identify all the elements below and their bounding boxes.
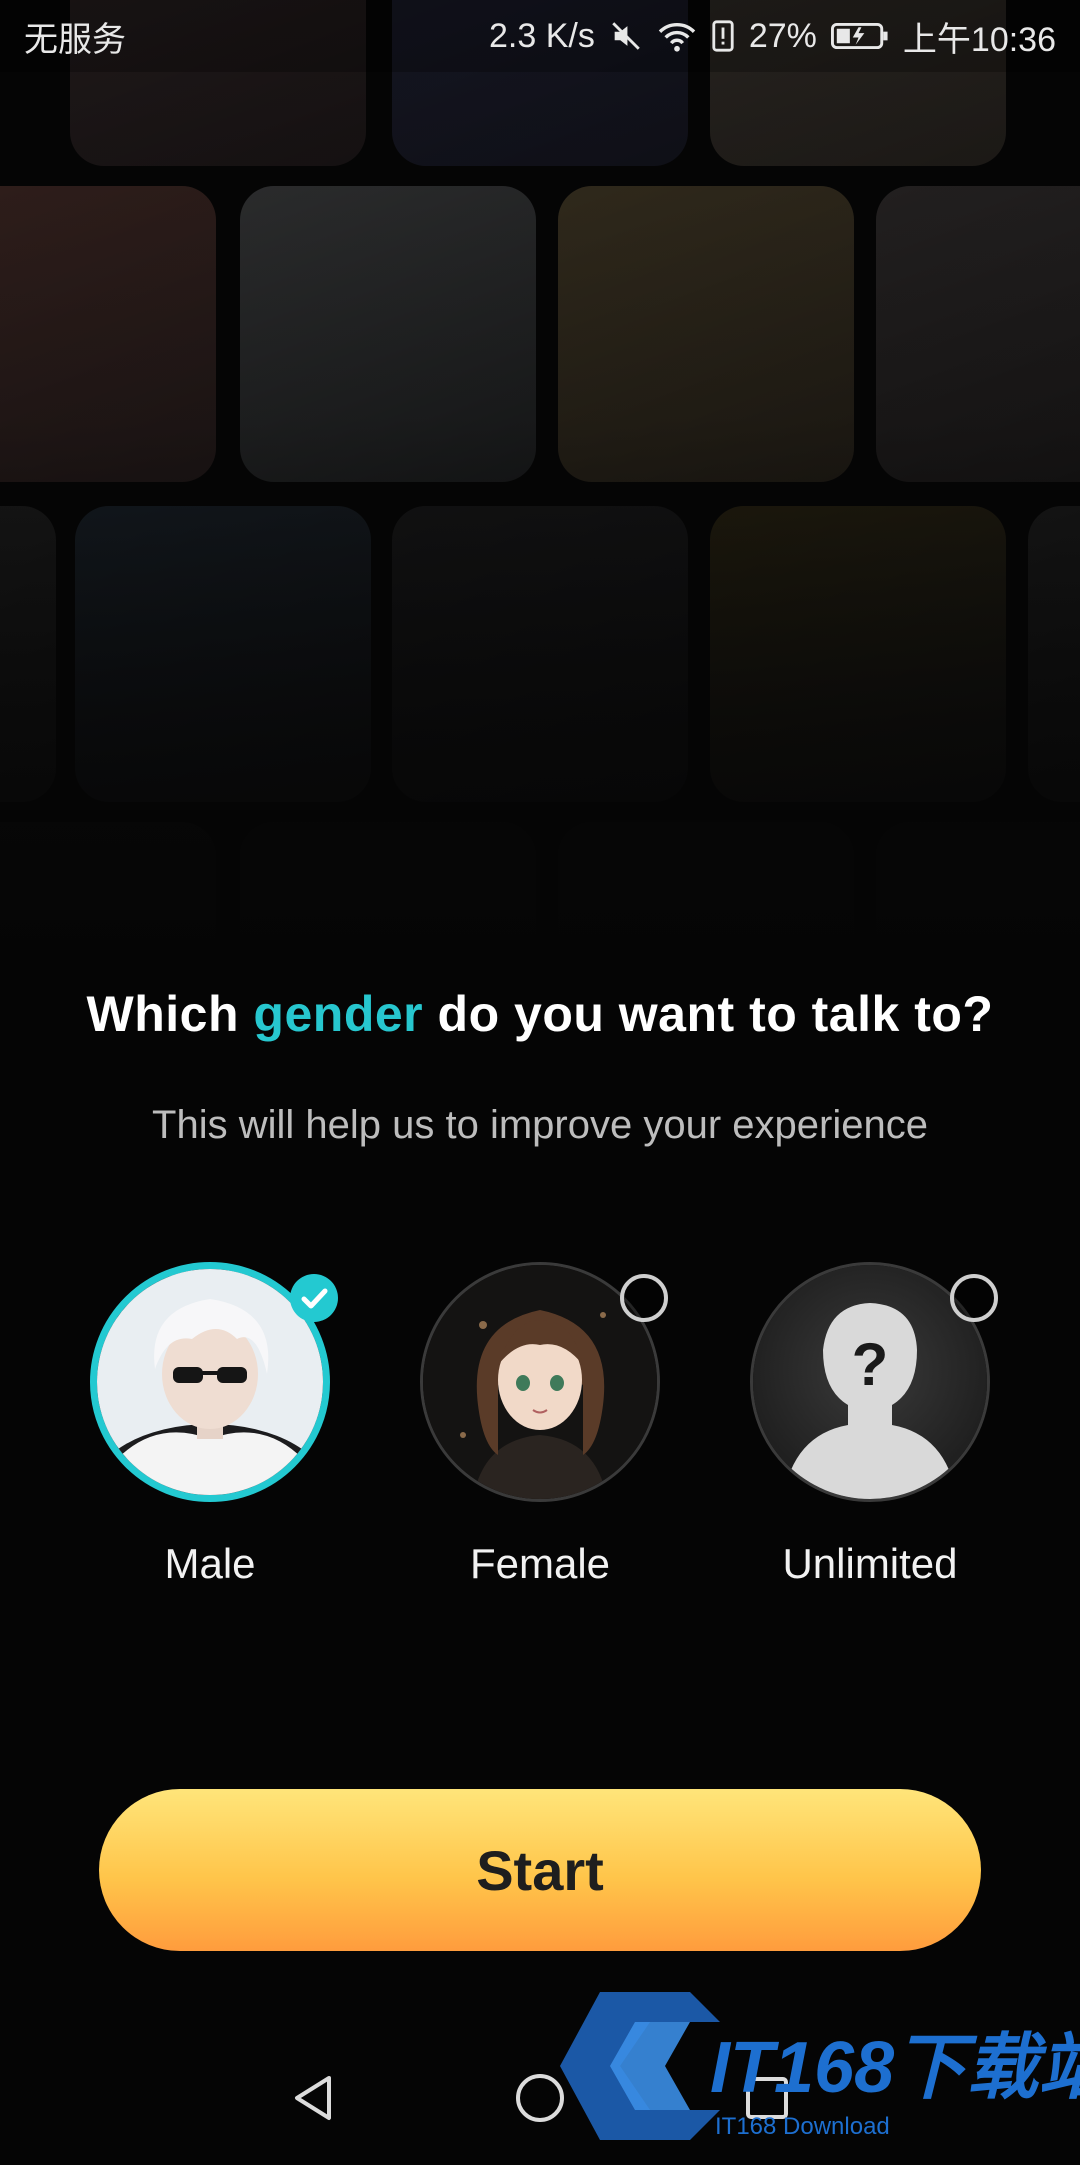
question-prefix: Which: [86, 986, 240, 1042]
watermark-sub: IT168 Download: [715, 2113, 890, 2140]
watermark-brand: IT168下载站: [710, 2028, 1080, 2108]
wifi-icon: [657, 19, 697, 53]
background-fade-overlay: [0, 0, 1080, 1000]
clock: 上午10:36: [902, 20, 1056, 59]
start-button[interactable]: Start: [99, 1789, 981, 1951]
gender-option-female[interactable]: Female: [420, 1262, 668, 1592]
gender-option-male[interactable]: Male: [90, 1262, 338, 1592]
gender-option-unlimited[interactable]: ? Unlimited: [750, 1262, 998, 1592]
option-label-unlimited: Unlimited: [782, 1540, 958, 1587]
subtitle: This will help us to improve your experi…: [152, 1103, 928, 1147]
background-character-grid: [0, 0, 1080, 1000]
question-suffix: do you want to talk to?: [437, 986, 994, 1042]
mute-icon: [609, 19, 643, 53]
option-label-male: Male: [164, 1540, 256, 1587]
selected-check-icon[interactable]: [290, 1274, 338, 1322]
question-title: Which gender do you want to talk to?: [0, 985, 1080, 1043]
back-icon[interactable]: [285, 2070, 341, 2131]
status-bar: 无服务 2.3 K/s 27% 上午10:36: [0, 0, 1080, 72]
option-label-female: Female: [469, 1540, 611, 1587]
sim-alert-icon: [711, 19, 735, 53]
watermark-logo: IT168下载站 IT168 Download: [540, 1972, 1080, 2160]
battery-icon: [830, 21, 889, 51]
question-highlight: gender: [253, 986, 424, 1042]
radio-unchecked-icon[interactable]: [620, 1274, 668, 1322]
carrier-text: 无服务: [24, 20, 126, 59]
svg-text:?: ?: [852, 1331, 889, 1398]
network-speed: 2.3 K/s: [489, 16, 595, 55]
radio-unchecked-icon[interactable]: [950, 1274, 998, 1322]
status-right: 2.3 K/s 27% 上午10:36: [489, 12, 1056, 61]
battery-percent: 27%: [748, 16, 817, 55]
